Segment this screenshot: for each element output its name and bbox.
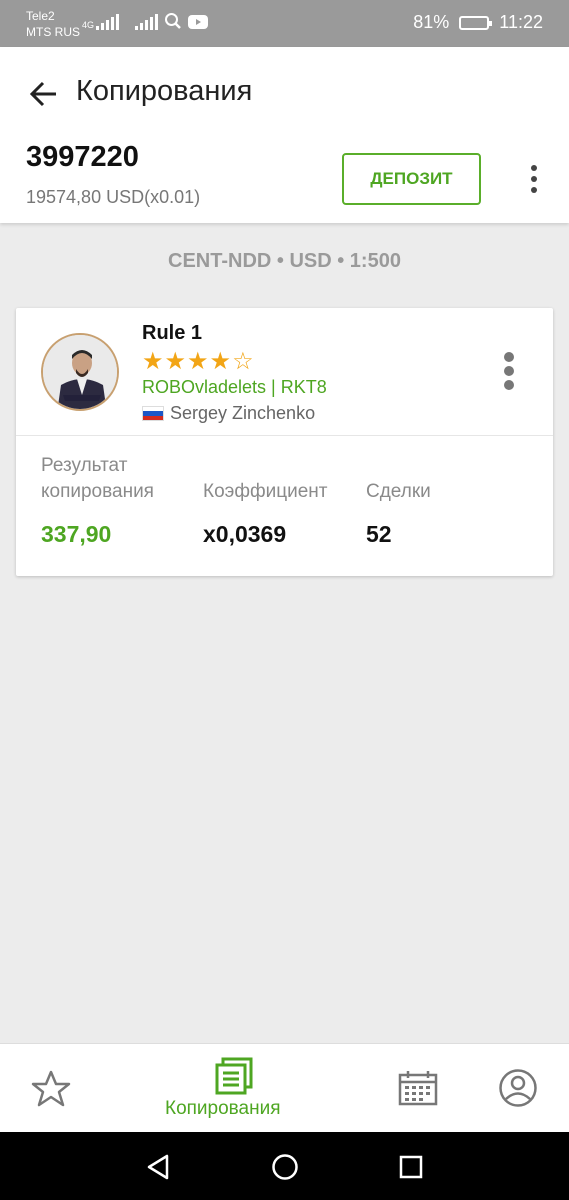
trader-name: Sergey Zinchenko: [170, 403, 316, 423]
copy-icon[interactable]: [214, 1056, 254, 1096]
account-number: 3997220: [26, 141, 139, 173]
network-type: 4G: [82, 20, 95, 30]
carrier-2: MTS RUS: [26, 25, 80, 39]
carrier-1: Tele2: [26, 9, 55, 23]
stat-value-coefficient: x0,0369: [203, 521, 287, 547]
status-bar: Tele2 MTS RUS 4G 81% 11:22: [0, 0, 569, 47]
stat-label-result: Результат копирования: [41, 453, 154, 505]
avatar: [41, 333, 119, 411]
russia-flag-icon: [142, 406, 164, 421]
stat-value-result: 337,90: [41, 521, 112, 547]
account-meta: CENT-NDD • USD • 1:500: [168, 250, 401, 272]
back-arrow-icon[interactable]: [28, 78, 60, 110]
youtube-icon: [188, 15, 209, 29]
profile-icon[interactable]: [498, 1068, 538, 1108]
signal-icon: [96, 14, 120, 30]
nav-label-copy[interactable]: Копирования: [165, 1098, 281, 1120]
stat-label-line: Коэффициент: [203, 481, 328, 502]
stat-label-line: Сделки: [366, 481, 431, 502]
star-icon[interactable]: [31, 1070, 71, 1108]
recents-square-icon[interactable]: [399, 1155, 423, 1179]
strategy-name: Rule 1: [142, 322, 203, 344]
stat-label-line: копирования: [41, 481, 154, 502]
page-title: Копирования: [76, 75, 253, 107]
account-balance: 19574,80 USD(x0.01): [26, 187, 201, 207]
trader-photo-icon: [43, 335, 117, 409]
trader-info: Sergey Zinchenko: [142, 403, 315, 424]
stat-label-line: [366, 453, 431, 479]
rating-stars: ★★★★☆: [142, 348, 255, 375]
battery-percent: 81%: [413, 12, 450, 32]
stat-label-trades: Сделки: [366, 453, 431, 505]
signal-2-icon: [135, 14, 159, 30]
clock: 11:22: [499, 12, 543, 32]
stat-label-line: Результат: [41, 455, 128, 476]
stat-label-coefficient: Коэффициент: [203, 453, 327, 505]
calendar-icon[interactable]: [398, 1070, 438, 1106]
header: Копирования 3997220 19574,80 USD(x0.01) …: [0, 47, 569, 223]
home-circle-icon[interactable]: [271, 1153, 299, 1181]
system-nav-bar: [0, 1132, 569, 1200]
card-more-options-icon[interactable]: [502, 352, 516, 390]
status-icons: 4G: [82, 12, 209, 30]
search-icon: [165, 13, 181, 29]
strategy-subtitle: ROBOvladelets | RKT8: [142, 377, 327, 397]
bottom-nav: Копирования: [0, 1043, 569, 1132]
more-options-icon[interactable]: [524, 165, 544, 193]
battery-icon: [459, 15, 493, 30]
stat-label-line: [203, 453, 327, 479]
strategy-card[interactable]: Rule 1 ★★★★☆ ROBOvladelets | RKT8 Sergey…: [16, 308, 553, 576]
deposit-button[interactable]: ДЕПОЗИТ: [342, 153, 481, 205]
back-triangle-icon[interactable]: [146, 1154, 170, 1180]
card-divider: [16, 435, 553, 436]
status-right: 81% 11:22: [413, 12, 543, 33]
stat-value-trades: 52: [366, 521, 392, 547]
carrier-info: Tele2 MTS RUS: [26, 8, 80, 40]
